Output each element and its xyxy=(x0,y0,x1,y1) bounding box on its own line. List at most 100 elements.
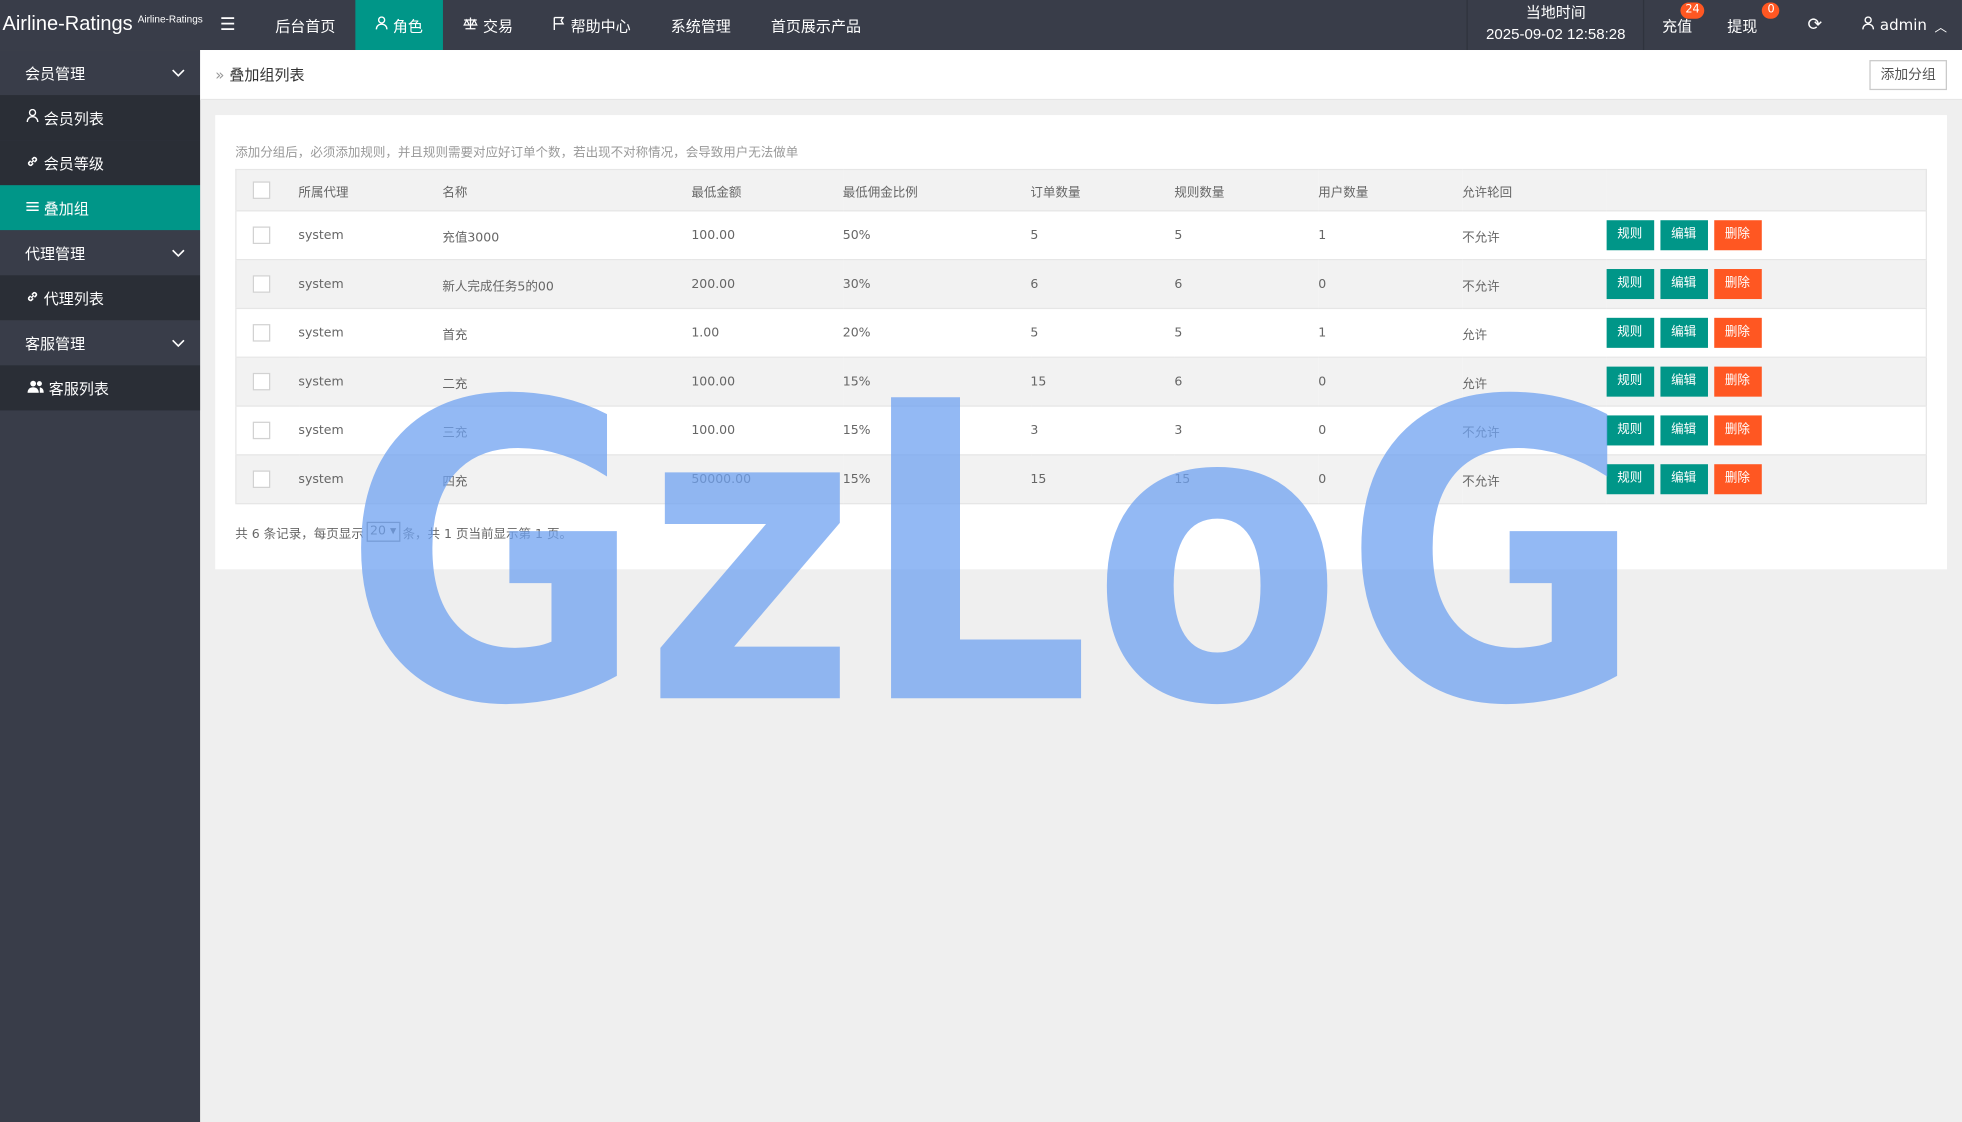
row-checkbox[interactable] xyxy=(252,324,271,342)
sidebar-group-2[interactable]: 客服管理 xyxy=(0,320,201,366)
edit-button[interactable]: 编辑 xyxy=(1659,415,1708,446)
table-cell: 新人完成任务5的00 xyxy=(442,259,692,310)
breadcrumb: » 叠加组列表 xyxy=(215,64,304,85)
logo: Airline-Ratings Airline-Ratings xyxy=(0,0,203,50)
nav-item-2[interactable]: 交易 xyxy=(443,0,533,50)
delete-button[interactable]: 删除 xyxy=(1713,220,1762,251)
breadcrumb-current: 叠加组列表 xyxy=(229,66,305,84)
table-cell: 100.00 xyxy=(691,357,843,407)
rule-button[interactable]: 规则 xyxy=(1606,366,1654,397)
chevron-down-icon xyxy=(171,334,185,352)
rule-button[interactable]: 规则 xyxy=(1606,464,1654,495)
row-actions: 规则 编辑 删除 xyxy=(1606,210,1927,261)
rule-button[interactable]: 规则 xyxy=(1606,317,1654,348)
row-checkbox[interactable] xyxy=(252,421,271,440)
table-cell: 二充 xyxy=(442,357,692,407)
table-cell: system xyxy=(298,308,443,358)
sidebar-item-0-1[interactable]: 会员等级 xyxy=(0,140,201,186)
table-cell: 允许 xyxy=(1462,308,1607,358)
delete-button[interactable]: 删除 xyxy=(1713,366,1762,397)
rule-button[interactable]: 规则 xyxy=(1606,220,1654,251)
withdraw-button[interactable]: 提现 0 xyxy=(1710,0,1785,50)
table-cell: 6 xyxy=(1030,259,1175,310)
column-header: 允许轮回 xyxy=(1462,169,1607,212)
sidebar-item-0-0[interactable]: 会员列表 xyxy=(0,95,201,141)
menu-toggle-icon[interactable]: ☰ xyxy=(200,0,255,50)
table-cell: 0 xyxy=(1318,357,1463,407)
sidebar-item-label: 会员列表 xyxy=(43,109,104,128)
row-checkbox[interactable] xyxy=(252,372,271,391)
table-cell: 15 xyxy=(1174,454,1319,505)
sidebar-group-label: 会员管理 xyxy=(25,64,86,82)
table-cell: 不允许 xyxy=(1462,259,1607,310)
page-size-value: 20 xyxy=(370,524,386,539)
column-header: 最低佣金比例 xyxy=(842,169,1031,212)
row-checkbox[interactable] xyxy=(252,275,271,293)
chevron-up-icon: ︿ xyxy=(1934,20,1947,35)
delete-button[interactable]: 删除 xyxy=(1713,269,1762,300)
top-bar: Airline-Ratings Airline-Ratings ☰ 后台首页 角色… xyxy=(0,0,1962,51)
sidebar-group-1[interactable]: 代理管理 xyxy=(0,230,201,276)
column-header: 最低金额 xyxy=(691,169,843,212)
sidebar-item-0-2[interactable]: 叠加组 xyxy=(0,185,201,231)
nav-item-3[interactable]: 帮助中心 xyxy=(533,0,651,50)
edit-button[interactable]: 编辑 xyxy=(1659,366,1708,397)
row-checkbox[interactable] xyxy=(252,226,271,244)
page-size-select[interactable]: 20 ▾ xyxy=(366,521,400,542)
time-label: 当地时间 xyxy=(1525,3,1586,22)
table-cell: 四充 xyxy=(442,454,692,505)
table-cell: 1 xyxy=(1318,210,1463,261)
edit-button[interactable]: 编辑 xyxy=(1659,317,1708,348)
table-row: system 二充 100.00 15% 15 6 0 允许 规则 编辑 删除 xyxy=(235,357,1927,407)
table-row: system 新人完成任务5的00 200.00 30% 6 6 0 不允许 规则 编辑 删除 xyxy=(235,259,1927,310)
table-cell: 0 xyxy=(1318,454,1463,505)
nav-item-0[interactable]: 后台首页 xyxy=(255,0,355,50)
user-menu[interactable]: admin ︿ xyxy=(1845,0,1962,50)
pager-prefix: 共 6 条记录，每页显示 xyxy=(235,527,364,542)
list-icon xyxy=(26,200,39,216)
table-cell: 30% xyxy=(842,259,1031,310)
table-cell: 1 xyxy=(1318,308,1463,358)
table-cell: 200.00 xyxy=(691,259,843,310)
table-cell: 0 xyxy=(1318,259,1463,310)
sidebar-item-label: 会员等级 xyxy=(43,154,104,173)
recharge-button[interactable]: 充值 24 xyxy=(1645,0,1710,50)
nav-item-4[interactable]: 系统管理 xyxy=(651,0,751,50)
nav-item-1[interactable]: 角色 xyxy=(355,0,443,51)
table-cell: 三充 xyxy=(442,406,692,456)
edit-button[interactable]: 编辑 xyxy=(1659,220,1708,251)
rule-button[interactable]: 规则 xyxy=(1606,415,1654,446)
nav-item-label: 交易 xyxy=(483,16,514,35)
delete-button[interactable]: 删除 xyxy=(1713,464,1762,495)
sidebar-group-0[interactable]: 会员管理 xyxy=(0,50,201,96)
edit-button[interactable]: 编辑 xyxy=(1659,269,1708,300)
table-cell: 充值3000 xyxy=(442,210,692,261)
column-header: 用户数量 xyxy=(1318,169,1463,212)
table-card: 添加分组后，必须添加规则，并且规则需要对应好订单个数，若出现不对称情况，会导致用… xyxy=(215,115,1947,570)
rule-button[interactable]: 规则 xyxy=(1606,269,1654,300)
add-group-button[interactable]: 添加分组 xyxy=(1869,59,1947,90)
column-header: 名称 xyxy=(442,169,692,212)
sidebar-item-2-0[interactable]: 客服列表 xyxy=(0,365,201,411)
refresh-icon[interactable]: ⟳ xyxy=(1785,0,1845,50)
column-header: 规则数量 xyxy=(1174,169,1319,212)
notice-text: 添加分组后，必须添加规则，并且规则需要对应好订单个数，若出现不对称情况，会导致用… xyxy=(235,146,799,161)
page-header: » 叠加组列表 添加分组 xyxy=(200,50,1962,101)
breadcrumb-separator-icon: » xyxy=(215,66,225,84)
withdraw-badge: 0 xyxy=(1762,2,1780,19)
nav-item-5[interactable]: 首页展示产品 xyxy=(751,0,881,50)
pager-suffix: 条，共 1 页当前显示第 1 页。 xyxy=(402,527,572,542)
delete-button[interactable]: 删除 xyxy=(1713,317,1762,348)
select-all-checkbox[interactable] xyxy=(252,181,271,199)
table-cell: 15% xyxy=(842,406,1031,456)
edit-button[interactable]: 编辑 xyxy=(1659,464,1708,495)
table-cell: system xyxy=(298,406,443,456)
table-cell: 不允许 xyxy=(1462,454,1607,505)
row-checkbox[interactable] xyxy=(252,470,271,488)
delete-button[interactable]: 删除 xyxy=(1713,415,1762,446)
table-cell: 5 xyxy=(1030,210,1175,261)
table-cell: 6 xyxy=(1174,357,1319,407)
table-row: system 充值3000 100.00 50% 5 5 1 不允许 规则 编辑 删除 xyxy=(235,210,1927,261)
sidebar-item-1-0[interactable]: 代理列表 xyxy=(0,275,201,321)
sidebar-item-label: 代理列表 xyxy=(43,289,104,308)
